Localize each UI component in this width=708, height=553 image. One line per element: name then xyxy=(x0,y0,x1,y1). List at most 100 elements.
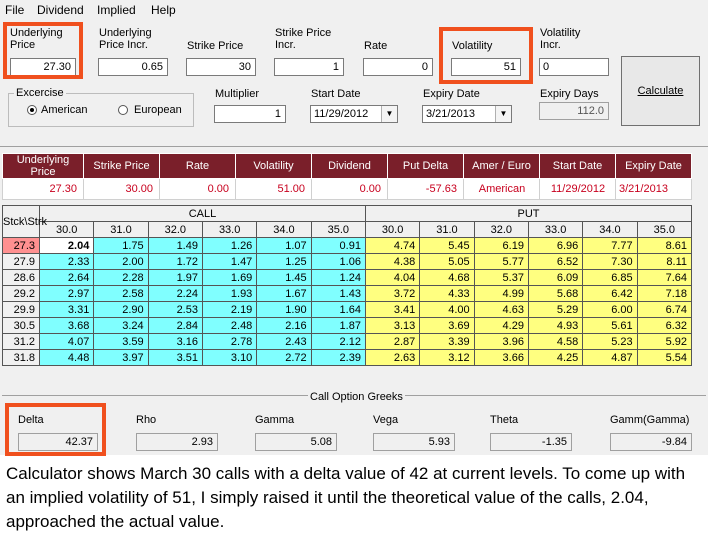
call-price-cell[interactable]: 1.69 xyxy=(201,269,258,286)
call-price-cell[interactable]: 2.72 xyxy=(256,349,312,366)
call-price-cell[interactable]: 1.26 xyxy=(201,237,258,254)
put-price-cell[interactable]: 3.13 xyxy=(364,317,421,334)
call-price-cell[interactable]: 2.43 xyxy=(256,333,312,350)
put-price-cell[interactable]: 8.61 xyxy=(636,237,693,254)
put-price-cell[interactable]: 5.05 xyxy=(419,253,475,270)
menu-dividend[interactable]: Dividend xyxy=(37,3,84,17)
put-price-cell[interactable]: 4.58 xyxy=(527,333,584,350)
put-price-cell[interactable]: 6.52 xyxy=(527,253,584,270)
call-price-cell[interactable]: 2.53 xyxy=(147,301,203,318)
strike-price-incr-input[interactable]: 1 xyxy=(274,58,344,76)
put-price-cell[interactable]: 2.63 xyxy=(364,349,421,366)
put-price-cell[interactable]: 7.77 xyxy=(582,237,638,254)
stock-price-cell[interactable]: 28.6 xyxy=(2,269,40,286)
call-price-cell[interactable]: 3.16 xyxy=(147,333,203,350)
call-price-cell[interactable]: 3.10 xyxy=(201,349,258,366)
put-price-cell[interactable]: 4.04 xyxy=(364,269,421,286)
put-price-cell[interactable]: 4.29 xyxy=(473,317,529,334)
put-price-cell[interactable]: 4.68 xyxy=(419,269,475,286)
calculate-button[interactable]: Calculate xyxy=(621,56,700,126)
call-price-cell[interactable]: 2.00 xyxy=(93,253,149,270)
call-price-cell[interactable]: 1.67 xyxy=(256,285,312,302)
volatility-incr-input[interactable]: 0 xyxy=(539,58,609,76)
call-price-cell[interactable]: 2.04 xyxy=(38,237,95,254)
call-price-cell[interactable]: 1.45 xyxy=(256,269,312,286)
put-price-cell[interactable]: 6.96 xyxy=(527,237,584,254)
call-price-cell[interactable]: 1.75 xyxy=(93,237,149,254)
put-price-cell[interactable]: 7.64 xyxy=(636,269,693,286)
put-price-cell[interactable]: 3.72 xyxy=(364,285,421,302)
call-price-cell[interactable]: 1.90 xyxy=(256,301,312,318)
put-price-cell[interactable]: 4.25 xyxy=(527,349,584,366)
call-price-cell[interactable]: 2.19 xyxy=(201,301,258,318)
put-price-cell[interactable]: 4.93 xyxy=(527,317,584,334)
put-price-cell[interactable]: 6.74 xyxy=(636,301,693,318)
put-price-cell[interactable]: 3.96 xyxy=(473,333,529,350)
put-price-cell[interactable]: 5.23 xyxy=(582,333,638,350)
stock-price-cell[interactable]: 30.5 xyxy=(2,317,40,334)
menu-help[interactable]: Help xyxy=(151,3,176,17)
put-price-cell[interactable]: 4.74 xyxy=(364,237,421,254)
call-price-cell[interactable]: 0.91 xyxy=(310,237,366,254)
put-price-cell[interactable]: 8.11 xyxy=(636,253,693,270)
put-price-cell[interactable]: 3.69 xyxy=(419,317,475,334)
call-price-cell[interactable]: 2.16 xyxy=(256,317,312,334)
stock-price-cell[interactable]: 29.2 xyxy=(2,285,40,302)
stock-price-cell[interactable]: 31.8 xyxy=(2,349,40,366)
call-price-cell[interactable]: 2.90 xyxy=(93,301,149,318)
stock-price-cell[interactable]: 29.9 xyxy=(2,301,40,318)
put-price-cell[interactable]: 4.33 xyxy=(419,285,475,302)
put-price-cell[interactable]: 6.32 xyxy=(636,317,693,334)
put-price-cell[interactable]: 6.85 xyxy=(582,269,638,286)
put-price-cell[interactable]: 4.63 xyxy=(473,301,529,318)
expiry-date-select[interactable]: 3/21/2013 ▼ xyxy=(422,105,512,123)
call-price-cell[interactable]: 1.25 xyxy=(256,253,312,270)
call-price-cell[interactable]: 4.07 xyxy=(38,333,95,350)
put-price-cell[interactable]: 4.87 xyxy=(582,349,638,366)
menu-file[interactable]: File xyxy=(5,3,24,17)
call-price-cell[interactable]: 1.49 xyxy=(147,237,203,254)
put-price-cell[interactable]: 6.09 xyxy=(527,269,584,286)
call-price-cell[interactable]: 1.43 xyxy=(310,285,366,302)
put-price-cell[interactable]: 3.66 xyxy=(473,349,529,366)
call-price-cell[interactable]: 2.97 xyxy=(38,285,95,302)
put-price-cell[interactable]: 4.99 xyxy=(473,285,529,302)
call-price-cell[interactable]: 3.68 xyxy=(38,317,95,334)
call-price-cell[interactable]: 2.58 xyxy=(93,285,149,302)
put-price-cell[interactable]: 5.68 xyxy=(527,285,584,302)
call-price-cell[interactable]: 2.24 xyxy=(147,285,203,302)
multiplier-input[interactable]: 1 xyxy=(214,105,286,123)
menu-implied[interactable]: Implied xyxy=(97,3,136,17)
call-price-cell[interactable]: 3.97 xyxy=(93,349,149,366)
call-price-cell[interactable]: 4.48 xyxy=(38,349,95,366)
put-price-cell[interactable]: 7.18 xyxy=(636,285,693,302)
call-price-cell[interactable]: 1.72 xyxy=(147,253,203,270)
call-price-cell[interactable]: 3.51 xyxy=(147,349,203,366)
call-price-cell[interactable]: 1.06 xyxy=(310,253,366,270)
call-price-cell[interactable]: 1.24 xyxy=(310,269,366,286)
put-price-cell[interactable]: 6.42 xyxy=(582,285,638,302)
put-price-cell[interactable]: 5.61 xyxy=(582,317,638,334)
put-price-cell[interactable]: 5.77 xyxy=(473,253,529,270)
put-price-cell[interactable]: 4.00 xyxy=(419,301,475,318)
stock-price-cell[interactable]: 27.9 xyxy=(2,253,40,270)
put-price-cell[interactable]: 6.00 xyxy=(582,301,638,318)
rate-input[interactable]: 0 xyxy=(363,58,433,76)
put-price-cell[interactable]: 4.38 xyxy=(364,253,421,270)
call-price-cell[interactable]: 2.12 xyxy=(310,333,366,350)
call-price-cell[interactable]: 1.64 xyxy=(310,301,366,318)
put-price-cell[interactable]: 7.30 xyxy=(582,253,638,270)
call-price-cell[interactable]: 3.24 xyxy=(93,317,149,334)
call-price-cell[interactable]: 3.31 xyxy=(38,301,95,318)
call-price-cell[interactable]: 3.59 xyxy=(93,333,149,350)
underlying-price-incr-input[interactable]: 0.65 xyxy=(98,58,168,76)
strike-price-input[interactable]: 30 xyxy=(186,58,256,76)
put-price-cell[interactable]: 5.37 xyxy=(473,269,529,286)
call-price-cell[interactable]: 1.87 xyxy=(310,317,366,334)
call-price-cell[interactable]: 1.97 xyxy=(147,269,203,286)
call-price-cell[interactable]: 2.48 xyxy=(201,317,258,334)
call-price-cell[interactable]: 2.84 xyxy=(147,317,203,334)
put-price-cell[interactable]: 2.87 xyxy=(364,333,421,350)
call-price-cell[interactable]: 2.33 xyxy=(38,253,95,270)
put-price-cell[interactable]: 3.41 xyxy=(364,301,421,318)
